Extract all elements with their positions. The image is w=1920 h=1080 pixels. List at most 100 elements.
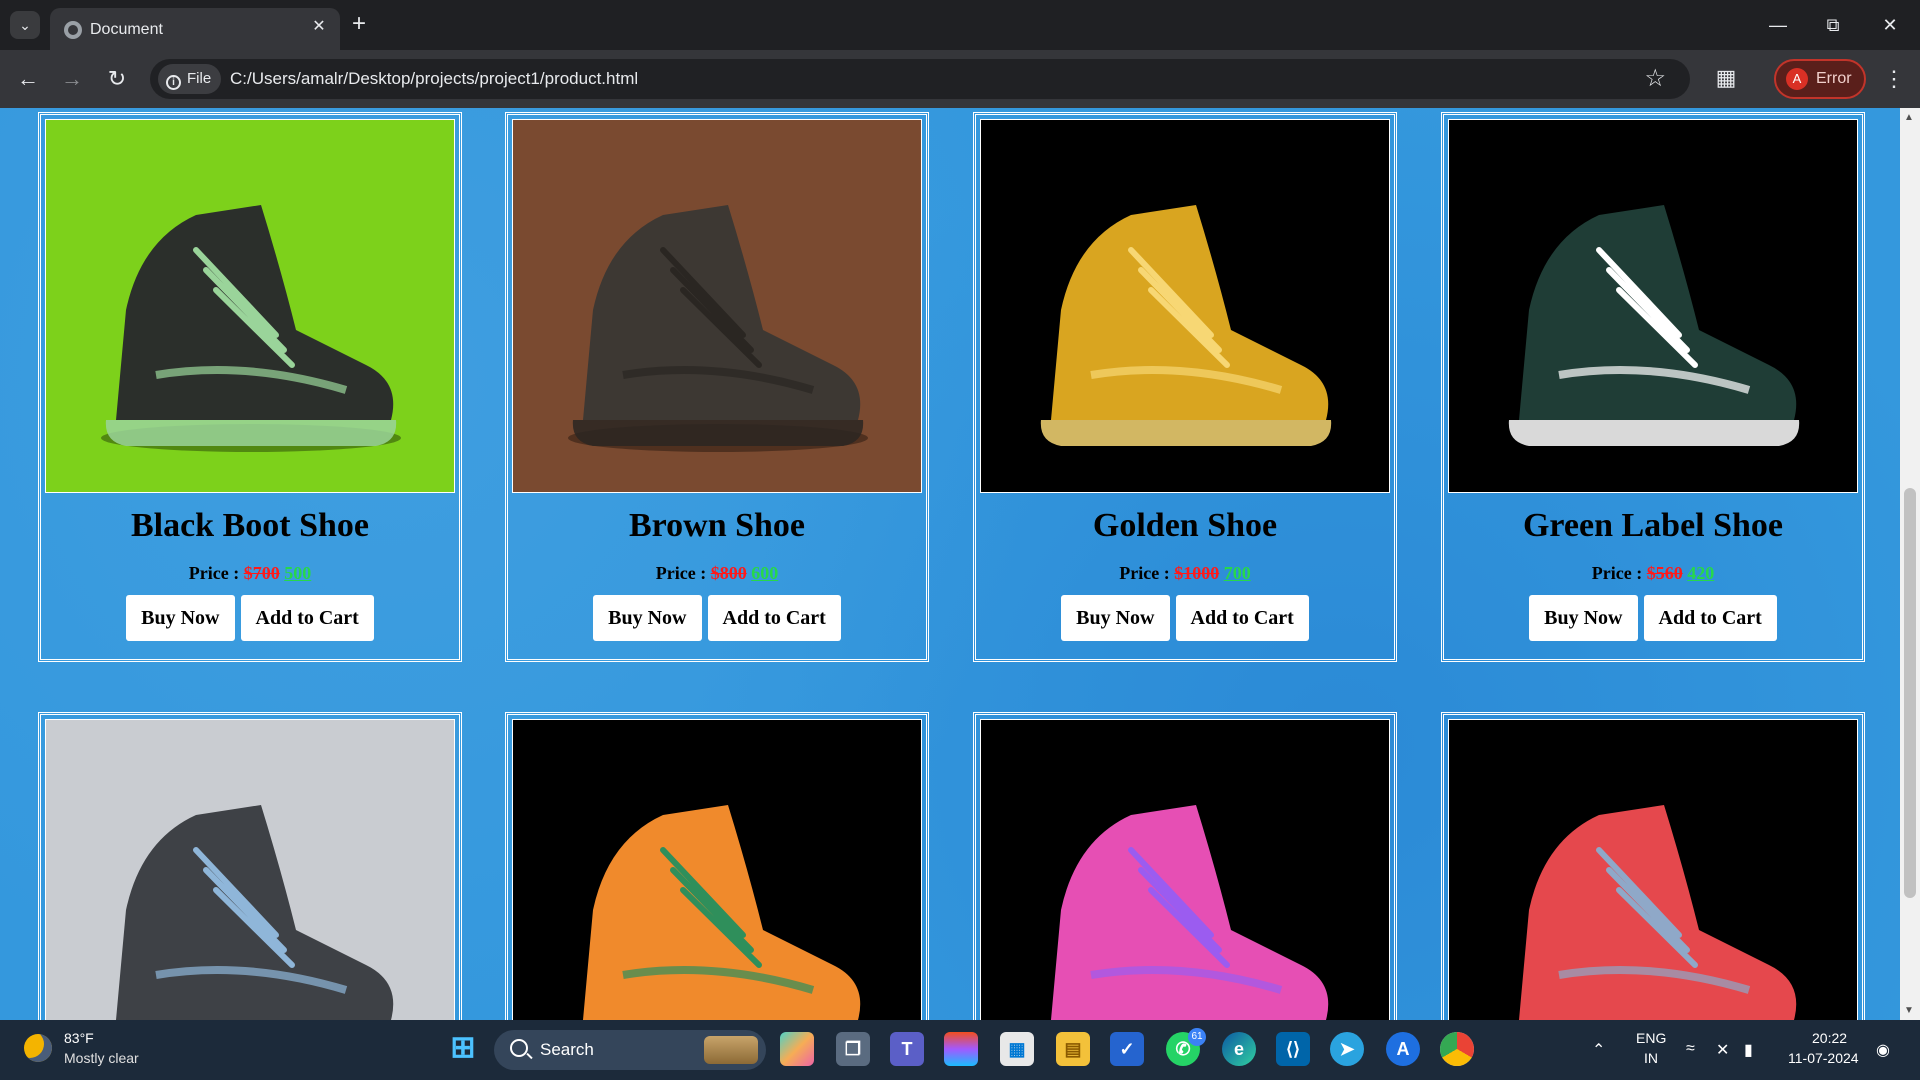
shoe-illustration (1449, 720, 1857, 1020)
site-info-chip[interactable]: i File (158, 64, 222, 94)
card-actions: Buy Now Add to Cart (1444, 595, 1862, 641)
price-label: Price : (1591, 563, 1643, 583)
restore-icon[interactable]: ⧉ (1813, 10, 1853, 40)
product-image (512, 119, 922, 493)
price-label: Price : (188, 563, 240, 583)
clock-time[interactable]: 20:22 (1812, 1030, 1847, 1046)
product-card (38, 712, 462, 1020)
telegram-icon[interactable]: ➤ (1330, 1032, 1364, 1066)
address-bar[interactable]: i File C:/Users/amalr/Desktop/projects/pr… (150, 59, 1690, 99)
buy-now-button[interactable]: Buy Now (1529, 595, 1638, 641)
chrome-icon[interactable] (1440, 1032, 1474, 1066)
tab-bar: ⌄ Document ✕ + — ⧉ ✕ (0, 0, 1920, 50)
browser-tab[interactable]: Document ✕ (50, 8, 340, 50)
minimize-icon[interactable]: — (1758, 10, 1798, 40)
profile-button[interactable]: A Error (1774, 59, 1866, 99)
app-store-icon[interactable]: A (1386, 1032, 1420, 1066)
figma-icon[interactable] (944, 1032, 978, 1066)
new-price: 420 (1687, 563, 1715, 583)
old-price: $560 (1646, 563, 1683, 583)
product-price: Price : $560 420 (1444, 563, 1862, 584)
buy-now-button[interactable]: Buy Now (593, 595, 702, 641)
product-card (973, 712, 1397, 1020)
clock-date[interactable]: 11-07-2024 (1788, 1050, 1859, 1066)
product-name: Black Boot Shoe (130, 507, 370, 544)
price-label: Price : (655, 563, 707, 583)
tab-title: Document (90, 21, 163, 38)
vscode-icon[interactable]: ⟨⟩ (1276, 1032, 1310, 1066)
whatsapp-icon[interactable]: ✆ 61 (1166, 1028, 1206, 1066)
shoe-sole (105, 420, 397, 446)
more-vert-icon[interactable]: ⋮ (1880, 63, 1908, 95)
battery-icon[interactable]: ▮ (1744, 1040, 1753, 1060)
search-highlight-image (704, 1036, 758, 1064)
scroll-down-icon[interactable]: ▼ (1904, 1005, 1914, 1016)
product-card: Green Label Shoe Price : $560 420 Buy No… (1441, 112, 1865, 662)
product-name: Golden Shoe (1092, 507, 1278, 544)
profile-avatar: A (1786, 68, 1808, 90)
language-code[interactable]: ENG (1636, 1030, 1666, 1046)
shoe-illustration (46, 120, 454, 492)
new-tab-button[interactable]: + (352, 12, 366, 36)
copilot-icon[interactable] (780, 1032, 814, 1066)
scroll-up-icon[interactable]: ▲ (1904, 112, 1914, 123)
product-image (980, 119, 1390, 493)
task-view-icon[interactable]: ❐ (836, 1032, 870, 1066)
shoe-illustration (981, 120, 1389, 492)
whatsapp-badge: 61 (1188, 1028, 1206, 1046)
globe-icon (64, 21, 82, 39)
product-name: Brown Shoe (628, 507, 806, 544)
shoe-illustration (981, 720, 1389, 1020)
card-actions: Buy Now Add to Cart (508, 595, 926, 641)
url-text[interactable]: C:/Users/amalr/Desktop/projects/project1… (230, 69, 638, 89)
chevron-up-icon[interactable]: ⌃ (1592, 1040, 1605, 1060)
info-icon: i (166, 75, 181, 90)
shoe-illustration (513, 720, 921, 1020)
extensions-icon[interactable]: ▦ (1712, 64, 1740, 92)
page-scrollbar[interactable]: ▲ ▼ (1900, 108, 1920, 1020)
teams-icon[interactable]: T (890, 1032, 924, 1066)
reload-icon[interactable]: ↻ (101, 63, 133, 95)
tab-search-icon[interactable]: ⌄ (10, 11, 40, 39)
card-actions: Buy Now Add to Cart (976, 595, 1394, 641)
buy-now-button[interactable]: Buy Now (126, 595, 235, 641)
forward-arrow-icon[interactable]: → (56, 63, 88, 95)
language-region[interactable]: IN (1644, 1050, 1658, 1066)
product-card: Black Boot Shoe Price : $700 500 Buy Now… (38, 112, 462, 662)
shoe-sole (1040, 420, 1332, 446)
back-arrow-icon[interactable]: ← (12, 63, 44, 95)
scroll-thumb[interactable] (1904, 488, 1916, 898)
shoe-sole (572, 420, 864, 446)
ms-todo-icon[interactable]: ✓ (1110, 1032, 1144, 1066)
close-icon[interactable]: ✕ (308, 16, 330, 38)
taskbar-search[interactable]: Search (494, 1030, 766, 1070)
old-price: $1000 (1174, 563, 1220, 583)
ms-store-icon[interactable]: ▦ (1000, 1032, 1034, 1066)
weather-description: Mostly clear (64, 1050, 139, 1066)
old-price: $800 (710, 563, 747, 583)
add-to-cart-button[interactable]: Add to Cart (240, 595, 374, 641)
chrome-logo (1440, 1032, 1474, 1066)
add-to-cart-button[interactable]: Add to Cart (1175, 595, 1309, 641)
add-to-cart-button[interactable]: Add to Cart (1643, 595, 1777, 641)
search-label: Search (540, 1040, 594, 1059)
product-price: Price : $800 600 (508, 563, 926, 584)
new-price: 600 (751, 563, 779, 583)
weather-temperature: 83°F (64, 1030, 94, 1046)
mute-icon[interactable]: ✕ (1716, 1040, 1729, 1060)
add-to-cart-button[interactable]: Add to Cart (707, 595, 841, 641)
wifi-icon[interactable]: ≈ (1686, 1040, 1695, 1058)
buy-now-button[interactable]: Buy Now (1061, 595, 1170, 641)
product-card (505, 712, 929, 1020)
close-window-icon[interactable]: ✕ (1870, 10, 1910, 40)
old-price: $700 (243, 563, 280, 583)
star-icon[interactable]: ☆ (1644, 65, 1666, 93)
product-image (45, 119, 455, 493)
file-explorer-icon[interactable]: ▤ (1056, 1032, 1090, 1066)
windows-start-icon[interactable]: ⊞ (446, 1032, 480, 1066)
product-image (1448, 119, 1858, 493)
notification-bell-icon[interactable]: ◉ (1876, 1040, 1890, 1060)
weather-moon-icon[interactable] (24, 1034, 52, 1062)
edge-icon[interactable]: e (1222, 1032, 1256, 1066)
card-actions: Buy Now Add to Cart (41, 595, 459, 641)
